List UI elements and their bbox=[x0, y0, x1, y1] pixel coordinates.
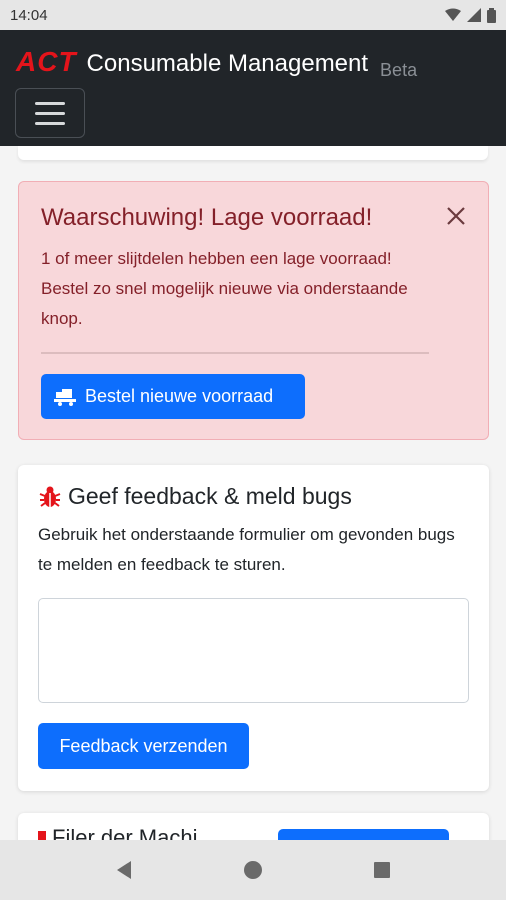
order-stock-label: Bestel nieuwe voorraad bbox=[85, 386, 274, 406]
menu-toggle-button[interactable] bbox=[15, 88, 85, 138]
previous-card bbox=[18, 146, 488, 160]
menu-bar bbox=[35, 111, 65, 115]
menu-bar bbox=[35, 101, 65, 105]
machine-icon bbox=[38, 831, 46, 840]
close-icon[interactable] bbox=[444, 204, 468, 228]
feedback-description: Gebruik het onderstaande formulier om ge… bbox=[38, 525, 455, 574]
send-feedback-button[interactable]: Feedback verzenden bbox=[38, 723, 249, 769]
home-icon[interactable] bbox=[242, 859, 264, 881]
recents-icon[interactable] bbox=[371, 859, 393, 881]
act-logo: ACT bbox=[16, 46, 77, 77]
feedback-textarea[interactable] bbox=[38, 598, 469, 703]
send-feedback-label: Feedback verzenden bbox=[59, 735, 228, 756]
feedback-title-row: Geef feedback & meld bugs bbox=[38, 483, 469, 510]
wifi-icon bbox=[445, 8, 461, 21]
brand[interactable]: ACT Consumable Management Beta bbox=[16, 46, 418, 80]
machine-card-button[interactable] bbox=[278, 829, 449, 840]
order-stock-button[interactable]: Bestel nieuwe voorraad bbox=[41, 374, 305, 419]
beta-badge: Beta bbox=[380, 60, 418, 80]
app-title: Consumable Management bbox=[86, 50, 369, 77]
machine-card: Filer der Machi bbox=[18, 813, 489, 840]
back-icon[interactable] bbox=[113, 859, 135, 881]
menu-bar bbox=[35, 121, 65, 125]
truck-icon bbox=[54, 388, 76, 406]
alert-text: 1 of meer slijtdelen hebben een lage voo… bbox=[41, 249, 408, 328]
alert-title: Waarschuwing! Lage voorraad! bbox=[41, 204, 373, 231]
status-time: 14:04 bbox=[10, 6, 48, 24]
battery-icon bbox=[487, 7, 496, 23]
machine-card-title: Filer der Machi bbox=[52, 825, 198, 840]
system-nav-bar bbox=[0, 840, 506, 900]
main-content[interactable]: Waarschuwing! Lage voorraad! 1 of meer s… bbox=[0, 146, 506, 840]
status-bar: 14:04 bbox=[0, 0, 506, 30]
alert-divider bbox=[41, 352, 429, 354]
bug-icon bbox=[39, 486, 61, 507]
app-header: ACT Consumable Management Beta bbox=[0, 30, 506, 146]
feedback-title: Geef feedback & meld bugs bbox=[68, 483, 352, 509]
status-icons bbox=[445, 7, 496, 23]
signal-icon bbox=[467, 8, 481, 22]
feedback-card: Geef feedback & meld bugs Gebruik het on… bbox=[18, 465, 489, 791]
low-stock-alert: Waarschuwing! Lage voorraad! 1 of meer s… bbox=[18, 181, 489, 440]
